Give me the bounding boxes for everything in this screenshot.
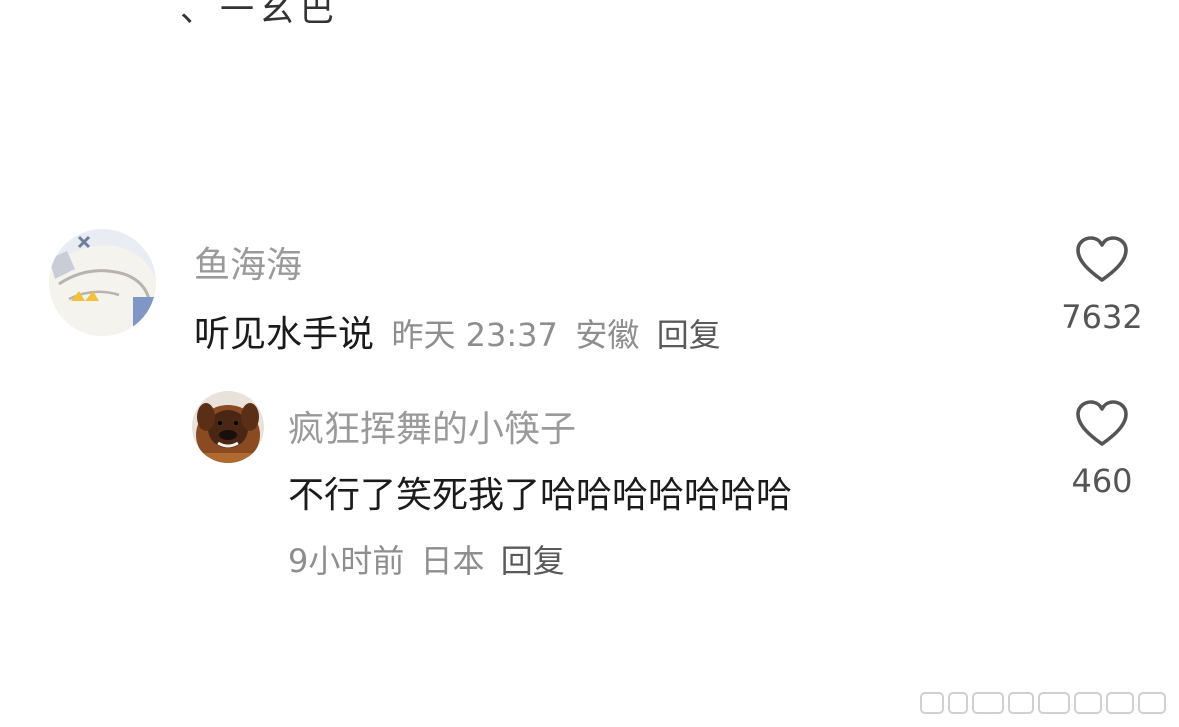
avatar[interactable] — [192, 391, 264, 463]
comment-location: 安徽 — [575, 316, 640, 354]
cartoon-fish-avatar — [49, 229, 156, 336]
comment-content: 听见水手说 — [194, 314, 375, 355]
comment-content: 不行了笑死我了哈哈哈哈哈哈哈 — [288, 475, 793, 516]
partial-top-text: 、一幺巴 — [180, 0, 340, 30]
heart-outline-icon — [1076, 400, 1128, 446]
like-count: 7632 — [1061, 298, 1143, 336]
reply-button[interactable]: 回复 — [657, 316, 721, 354]
dog-avatar — [192, 391, 264, 463]
like-count: 460 — [1071, 462, 1133, 500]
comment-location: 日本 — [420, 542, 485, 580]
like-button[interactable]: 460 — [1060, 400, 1144, 500]
comment-username[interactable]: 疯狂挥舞的小筷子 — [288, 400, 576, 452]
heart-outline-icon — [1076, 236, 1128, 282]
watermark-glyph — [920, 692, 1166, 714]
reply-button[interactable]: 回复 — [501, 542, 565, 580]
like-button[interactable]: 7632 — [1060, 236, 1144, 336]
avatar[interactable] — [49, 229, 156, 336]
comment-time: 9小时前 — [288, 542, 405, 580]
comment-time: 昨天 23:37 — [391, 316, 558, 354]
comment-meta-line: 9小时前 日本 回复 — [288, 536, 565, 582]
comment-body-line: 听见水手说 昨天 23:37 安徽 回复 — [194, 305, 721, 357]
watermark — [919, 687, 1169, 723]
comment-username[interactable]: 鱼海海 — [194, 236, 302, 288]
